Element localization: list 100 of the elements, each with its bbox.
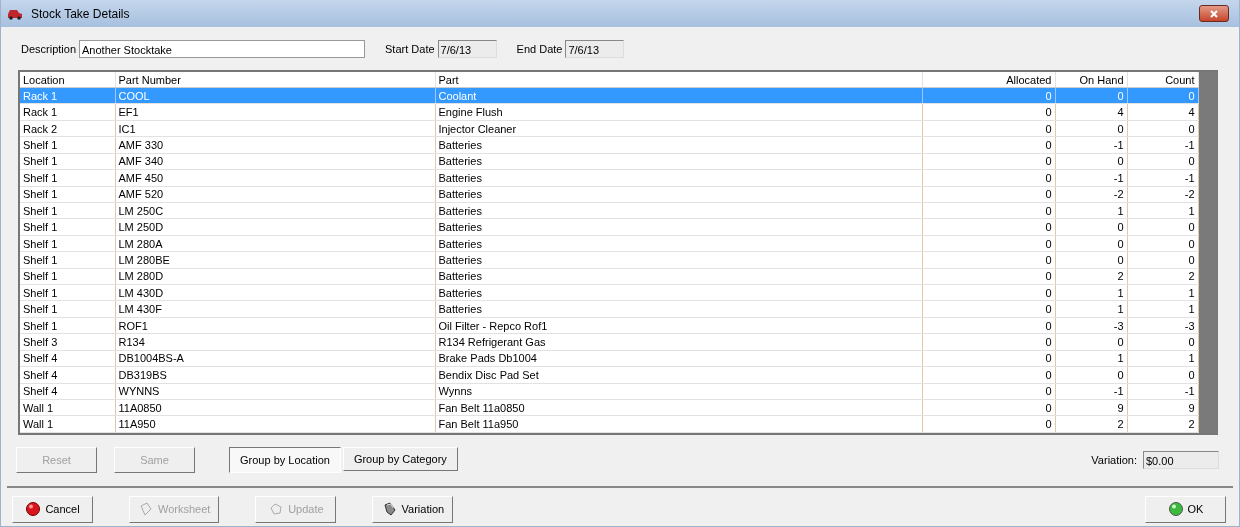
table-cell: Shelf 4 <box>20 383 115 400</box>
table-cell: 0 <box>922 383 1055 400</box>
table-cell: 9 <box>1055 399 1127 416</box>
table-cell: Shelf 1 <box>20 136 115 154</box>
table-cell: 0 <box>1055 251 1127 269</box>
table-cell: LM 250C <box>115 202 435 219</box>
column-header[interactable]: Allocated <box>922 72 1055 88</box>
table-cell: IC1 <box>115 120 435 137</box>
table-row[interactable]: Shelf 1 LM 250C Batteries 0 1 1 <box>20 202 1198 219</box>
table-cell: Shelf 4 <box>20 350 115 367</box>
table-row[interactable]: Shelf 1 LM 280BE Batteries 0 0 0 <box>20 251 1198 269</box>
table-cell: 0 <box>922 136 1055 154</box>
table-cell: Batteries <box>435 169 922 187</box>
table-row[interactable]: Shelf 1 ROF1 Oil Filter - Repco Rof1 0 -3 -3 <box>20 317 1198 334</box>
table-cell: 0 <box>1127 235 1198 252</box>
table-row[interactable]: Shelf 1 AMF 340 Batteries 0 0 0 <box>20 153 1198 170</box>
table-cell: 0 <box>1055 218 1127 236</box>
table-cell: 0 <box>922 317 1055 334</box>
table-cell: Batteries <box>435 268 922 285</box>
column-header[interactable]: On Hand <box>1055 72 1127 88</box>
table-row[interactable]: Shelf 1 AMF 450 Batteries 0 -1 -1 <box>20 169 1198 187</box>
table-row[interactable]: Shelf 1 LM 280D Batteries 0 2 2 <box>20 268 1198 285</box>
table-cell: -1 <box>1055 136 1127 154</box>
description-label: Description <box>21 43 77 55</box>
table-cell: LM 430D <box>115 284 435 301</box>
table-cell: -1 <box>1055 169 1127 187</box>
table-cell: LM 280BE <box>115 251 435 269</box>
start-date-label: Start Date <box>385 43 435 55</box>
table-cell: Batteries <box>435 136 922 154</box>
footer-button[interactable]: OK <box>1145 495 1226 523</box>
table-row[interactable]: Shelf 4 DB1004BS-A Brake Pads Db1004 0 1 1 <box>20 350 1198 367</box>
table-cell: 4 <box>1055 103 1127 121</box>
table-cell: Shelf 1 <box>20 153 115 170</box>
table-cell: Batteries <box>435 284 922 301</box>
table-cell: 0 <box>922 218 1055 236</box>
table-row[interactable]: Shelf 1 LM 430D Batteries 0 1 1 <box>20 284 1198 301</box>
table-cell: 0 <box>922 284 1055 301</box>
table-row[interactable]: Wall 1 11A0850 Fan Belt 11a0850 0 9 9 <box>20 399 1198 416</box>
ball-icon <box>25 501 42 517</box>
footer-button[interactable]: Cancel <box>12 495 93 523</box>
table-cell: 2 <box>1055 415 1127 433</box>
table-cell: Batteries <box>435 301 922 318</box>
table-cell: 1 <box>1055 301 1127 318</box>
table-cell: 0 <box>922 120 1055 137</box>
table-cell: 1 <box>1055 350 1127 367</box>
table-row[interactable]: Shelf 4 DB319BS Bendix Disc Pad Set 0 0 0 <box>20 366 1198 384</box>
table-cell: 1 <box>1127 350 1198 367</box>
table-cell: 1 <box>1127 301 1198 318</box>
table-cell: Shelf 1 <box>20 268 115 285</box>
group-tab[interactable]: Group by Category <box>342 447 458 471</box>
column-header[interactable]: Count <box>1127 72 1198 88</box>
column-header[interactable]: Part <box>435 72 922 88</box>
table-cell: Batteries <box>435 202 922 219</box>
table-cell: 0 <box>922 301 1055 318</box>
table-row[interactable]: Rack 2 IC1 Injector Cleaner 0 0 0 <box>20 120 1198 137</box>
table-row[interactable]: Shelf 1 AMF 330 Batteries 0 -1 -1 <box>20 136 1198 154</box>
table-cell: Batteries <box>435 153 922 170</box>
table-cell: -3 <box>1055 317 1127 334</box>
table-row[interactable]: Wall 1 11A950 Fan Belt 11a950 0 2 2 <box>20 415 1198 433</box>
table-row[interactable]: Shelf 1 LM 430F Batteries 0 1 1 <box>20 301 1198 318</box>
table-cell: ROF1 <box>115 317 435 334</box>
table-cell: 0 <box>922 251 1055 269</box>
table-cell: 11A950 <box>115 415 435 433</box>
table-cell: WYNNS <box>115 383 435 400</box>
table-cell: 0 <box>922 169 1055 187</box>
table-cell: 0 <box>922 268 1055 285</box>
table-cell: R134 Refrigerant Gas <box>435 333 922 351</box>
table-cell: Injector Cleaner <box>435 120 922 137</box>
table-cell: 0 <box>922 415 1055 433</box>
column-header[interactable]: Part Number <box>115 72 435 88</box>
footer-button[interactable]: Variation <box>372 495 454 523</box>
table-cell: Shelf 1 <box>20 284 115 301</box>
column-header[interactable]: Location <box>20 72 115 88</box>
table-cell: Shelf 1 <box>20 202 115 219</box>
description-field[interactable]: Another Stocktake <box>79 40 366 58</box>
table-row[interactable]: Shelf 4 WYNNS Wynns 0 -1 -1 <box>20 383 1198 400</box>
table-cell: Batteries <box>435 218 922 236</box>
table-cell: EF1 <box>115 103 435 121</box>
table-cell: Rack 1 <box>20 103 115 121</box>
group-tab[interactable]: Group by Location <box>229 447 341 473</box>
table-cell: Shelf 3 <box>20 333 115 351</box>
table-cell: DB319BS <box>115 366 435 384</box>
table-row[interactable]: Shelf 1 LM 250D Batteries 0 0 0 <box>20 218 1198 236</box>
table-cell: -1 <box>1127 169 1198 187</box>
table-cell: 1 <box>1127 284 1198 301</box>
table-cell: Shelf 1 <box>20 251 115 269</box>
table-row[interactable]: Shelf 1 LM 280A Batteries 0 0 0 <box>20 235 1198 252</box>
table-cell: 4 <box>1127 103 1198 121</box>
table-row[interactable]: Shelf 1 AMF 520 Batteries 0 -2 -2 <box>20 186 1198 203</box>
puzzle-icon <box>268 501 285 517</box>
table-cell: 2 <box>1127 268 1198 285</box>
close-button[interactable] <box>1199 5 1229 22</box>
variation-label: Variation: <box>1091 454 1137 466</box>
table-row[interactable]: Shelf 3 R134 R134 Refrigerant Gas 0 0 0 <box>20 333 1198 351</box>
table-cell: 0 <box>922 235 1055 252</box>
table-row[interactable]: Rack 1 EF1 Engine Flush 0 4 4 <box>20 103 1198 121</box>
table-cell: LM 280A <box>115 235 435 252</box>
table-cell: LM 280D <box>115 268 435 285</box>
table-cell: 0 <box>1127 153 1198 170</box>
table-cell: Batteries <box>435 235 922 252</box>
